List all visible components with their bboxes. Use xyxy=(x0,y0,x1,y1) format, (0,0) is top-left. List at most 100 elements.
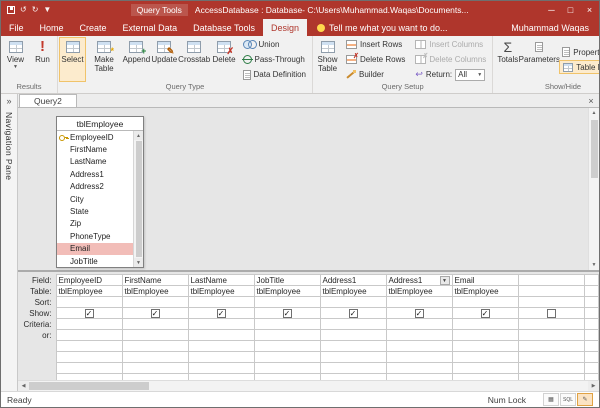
tab-home[interactable]: Home xyxy=(32,19,72,36)
tab-design[interactable]: Design xyxy=(263,19,307,36)
scrollbar-thumb[interactable] xyxy=(29,382,149,390)
grid-cell-table[interactable]: tblEmployee xyxy=(320,286,386,297)
grid-cell-or[interactable] xyxy=(452,330,518,341)
grid-cell[interactable] xyxy=(122,341,188,352)
grid-cell-field[interactable]: FirstName xyxy=(122,275,188,286)
grid-cell-sort[interactable] xyxy=(254,297,320,308)
scrollbar-thumb[interactable] xyxy=(591,120,598,178)
insert-rows-button[interactable]: Insert Rows xyxy=(343,38,408,52)
field-item[interactable]: FirstName xyxy=(57,143,133,155)
grid-cell-sort[interactable] xyxy=(188,297,254,308)
table-names-button[interactable]: Table Names xyxy=(559,60,599,74)
field-list-title[interactable]: tblEmployee xyxy=(57,117,143,131)
grid-cell-criteria[interactable] xyxy=(254,319,320,330)
builder-button[interactable]: Builder xyxy=(343,68,408,82)
grid-cell[interactable] xyxy=(254,352,320,363)
grid-cell-criteria[interactable] xyxy=(386,319,452,330)
grid-cell-or[interactable] xyxy=(254,330,320,341)
grid-cell[interactable] xyxy=(188,352,254,363)
grid-cell-criteria[interactable] xyxy=(122,319,188,330)
field-item[interactable]: City xyxy=(57,193,133,205)
totals-button[interactable]: Σ Totals xyxy=(494,37,521,82)
field-item[interactable]: EmployeeID xyxy=(57,131,133,143)
pass-through-button[interactable]: Pass-Through xyxy=(240,53,309,67)
grid-cell[interactable] xyxy=(320,341,386,352)
grid-cell-field[interactable]: Email xyxy=(452,275,518,286)
grid-cell[interactable] xyxy=(56,341,122,352)
grid-cell-criteria[interactable] xyxy=(518,319,584,330)
show-checkbox[interactable] xyxy=(283,309,292,318)
grid-cell-table[interactable]: tblEmployee xyxy=(254,286,320,297)
grid-cell-sort[interactable] xyxy=(122,297,188,308)
grid-cell[interactable] xyxy=(254,363,320,374)
grid-cell[interactable] xyxy=(56,352,122,363)
show-checkbox[interactable] xyxy=(415,309,424,318)
grid-cell[interactable] xyxy=(56,363,122,374)
datasheet-view-button[interactable]: ▦ xyxy=(543,393,559,406)
grid-cell-show[interactable] xyxy=(584,308,599,319)
tab-query2[interactable]: Query2 xyxy=(19,94,77,107)
delete-rows-button[interactable]: Delete Rows xyxy=(343,53,408,67)
undo-icon[interactable]: ↺ xyxy=(20,6,27,14)
field-item-selected[interactable]: Email xyxy=(57,243,133,255)
tab-database-tools[interactable]: Database Tools xyxy=(185,19,263,36)
run-button[interactable]: ! Run xyxy=(29,37,56,82)
grid-cell[interactable] xyxy=(320,363,386,374)
grid-cell-criteria[interactable] xyxy=(320,319,386,330)
grid-cell-table[interactable]: tblEmployee xyxy=(188,286,254,297)
grid-cell-field[interactable]: Address1 xyxy=(320,275,386,286)
make-table-button[interactable]: * Make Table xyxy=(86,37,122,82)
grid-cell-field[interactable]: LastName xyxy=(188,275,254,286)
field-item[interactable]: LastName xyxy=(57,156,133,168)
grid-cell[interactable] xyxy=(122,363,188,374)
grid-cell-sort[interactable] xyxy=(386,297,452,308)
grid-cell[interactable] xyxy=(386,352,452,363)
grid-cell[interactable] xyxy=(452,352,518,363)
grid-cell[interactable] xyxy=(188,363,254,374)
append-button[interactable]: + Append xyxy=(122,37,151,82)
close-button[interactable]: × xyxy=(580,1,599,19)
grid-cell-or[interactable] xyxy=(122,330,188,341)
grid-cell[interactable] xyxy=(386,341,452,352)
grid-cell-table[interactable]: tblEmployee xyxy=(56,286,122,297)
grid-cell[interactable] xyxy=(584,363,599,374)
grid-cell[interactable] xyxy=(584,341,599,352)
sql-view-button[interactable]: SQL xyxy=(560,393,576,406)
grid-cell[interactable] xyxy=(386,363,452,374)
crosstab-button[interactable]: Crosstab xyxy=(178,37,211,82)
grid-cell-or[interactable] xyxy=(56,330,122,341)
scroll-up-icon[interactable]: ▲ xyxy=(592,108,597,118)
field-item[interactable]: Zip xyxy=(57,218,133,230)
grid-cell-field[interactable] xyxy=(584,275,599,286)
grid-cell-show[interactable] xyxy=(320,308,386,319)
show-checkbox[interactable] xyxy=(85,309,94,318)
grid-cell-table[interactable] xyxy=(518,286,584,297)
return-dropdown[interactable]: All ▼ xyxy=(455,69,485,81)
grid-cell-sort[interactable] xyxy=(584,297,599,308)
grid-cell[interactable] xyxy=(188,341,254,352)
maximize-button[interactable]: □ xyxy=(561,1,580,19)
grid-cell-field[interactable]: JobTitle xyxy=(254,275,320,286)
grid-cell-table[interactable]: tblEmployee xyxy=(452,286,518,297)
show-table-button[interactable]: Show Table xyxy=(314,37,341,82)
show-checkbox[interactable] xyxy=(481,309,490,318)
grid-cell[interactable] xyxy=(452,341,518,352)
tab-file[interactable]: File xyxy=(1,19,32,36)
navigation-pane-collapsed[interactable]: » Navigation Pane xyxy=(1,94,18,391)
scroll-down-icon[interactable]: ▼ xyxy=(134,258,143,267)
tell-me-box[interactable]: Tell me what you want to do... xyxy=(307,19,458,36)
select-query-button[interactable]: Select xyxy=(59,37,86,82)
delete-query-button[interactable]: ✗ Delete xyxy=(211,37,238,82)
grid-cell-field-active[interactable]: Address1 ▼ xyxy=(386,275,452,286)
redo-icon[interactable]: ↻ xyxy=(32,6,39,14)
navigation-pane-label[interactable]: Navigation Pane xyxy=(4,112,14,180)
grid-cell-or[interactable] xyxy=(518,330,584,341)
show-checkbox[interactable] xyxy=(217,309,226,318)
grid-cell-show[interactable] xyxy=(56,308,122,319)
upper-pane-scrollbar[interactable]: ▲ ▼ xyxy=(588,108,599,270)
close-object-icon[interactable]: × xyxy=(583,94,599,107)
union-button[interactable]: Union xyxy=(240,38,309,52)
grid-cell-or[interactable] xyxy=(188,330,254,341)
grid-cell-field[interactable]: EmployeeID xyxy=(56,275,122,286)
grid-cell-sort[interactable] xyxy=(320,297,386,308)
